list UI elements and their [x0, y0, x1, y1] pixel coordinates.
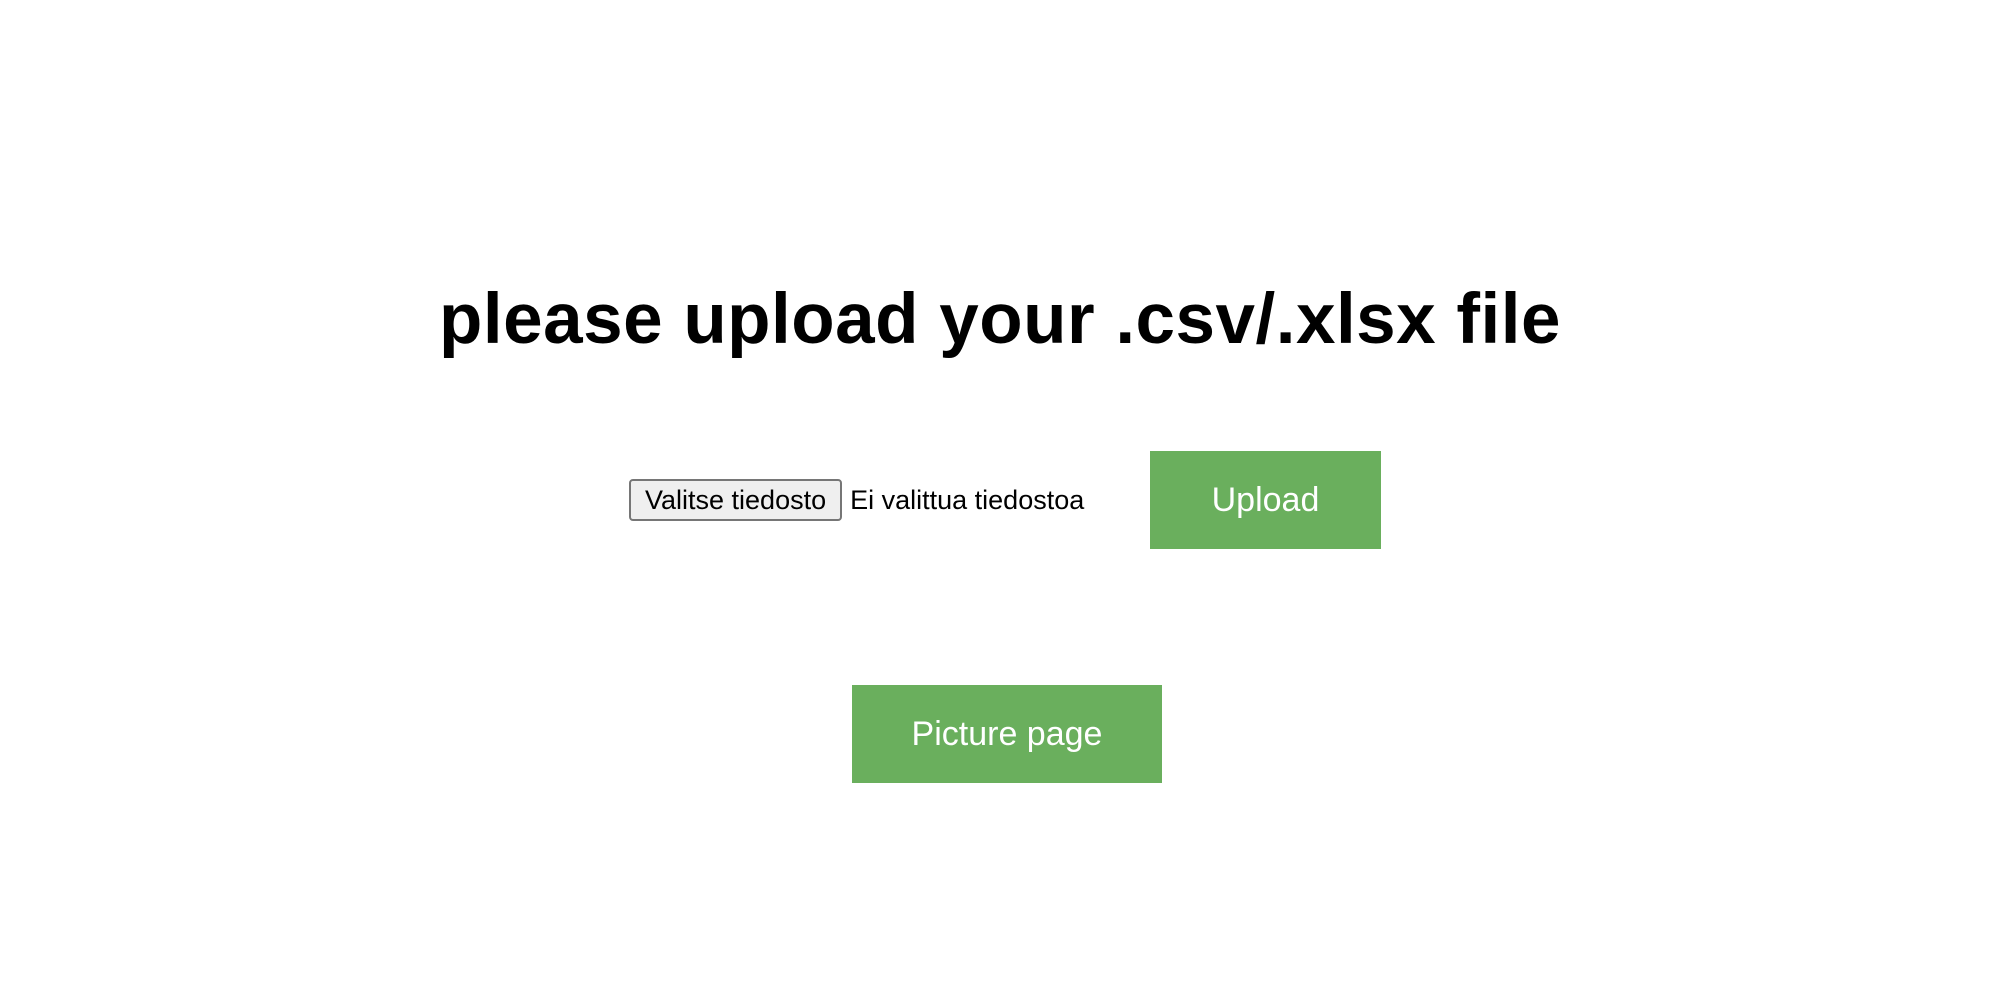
picture-page-button-label: Picture page [911, 714, 1103, 753]
upload-button[interactable]: Upload [1150, 451, 1381, 549]
file-status-text: Ei valittua tiedostoa [850, 484, 1085, 515]
choose-file-button[interactable]: Valitse tiedosto [629, 479, 843, 521]
page-title: please upload your .csv/.xlsx file [439, 280, 1561, 359]
page: please upload your .csv/.xlsx file Valit… [0, 0, 2000, 1000]
picture-page-button[interactable]: Picture page [852, 685, 1162, 783]
file-input[interactable]: Valitse tiedosto Ei valittua tiedostoa [629, 451, 1084, 549]
upload-button-label: Upload [1211, 480, 1320, 519]
